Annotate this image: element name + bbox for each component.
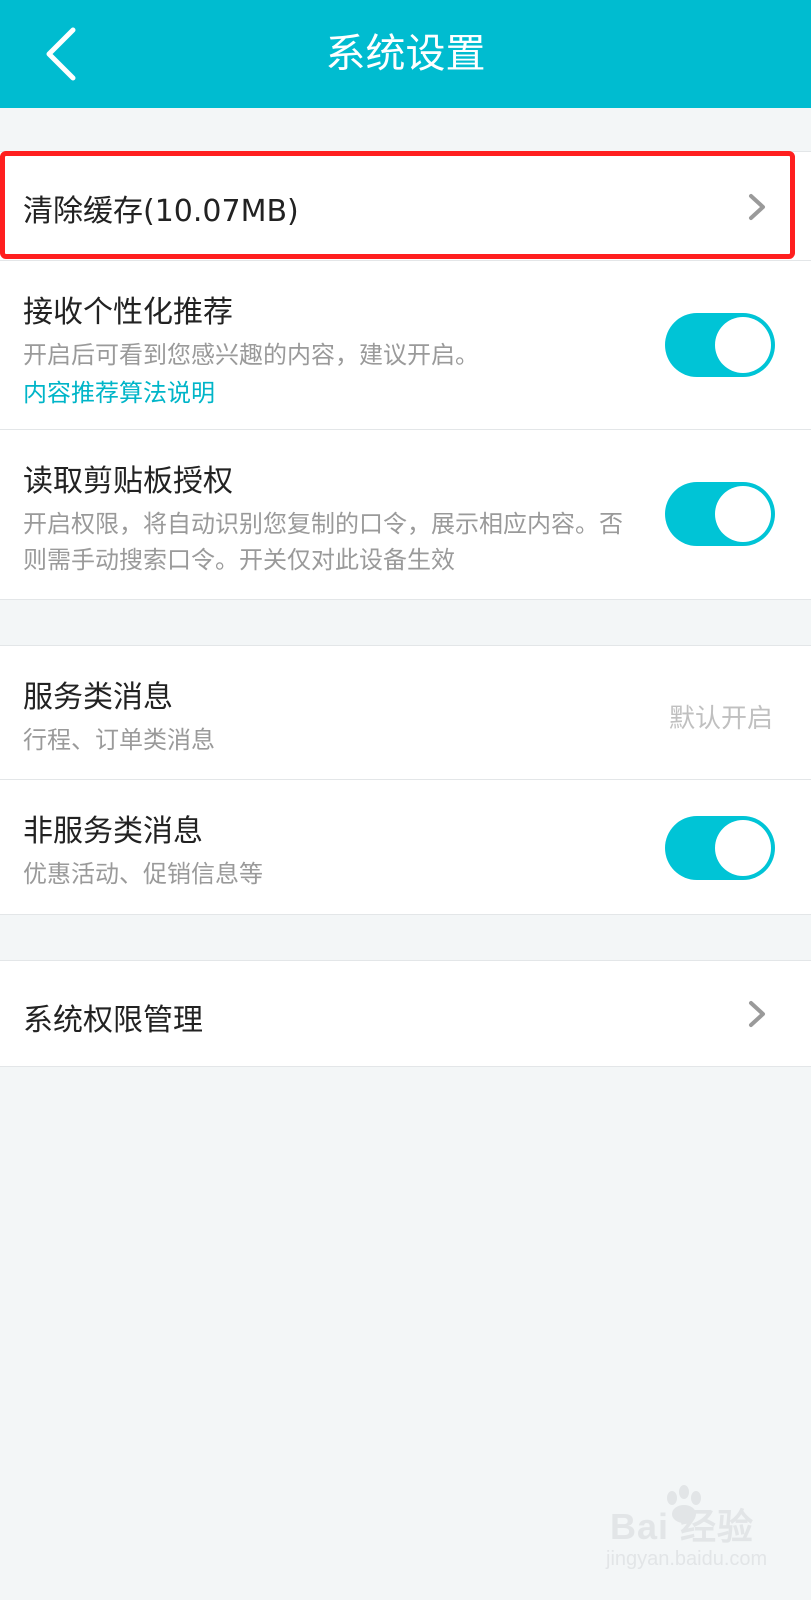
personalized-toggle[interactable] xyxy=(665,313,775,377)
service-message-status: 默认开启 xyxy=(668,704,773,734)
toggle-knob xyxy=(715,486,771,542)
baidu-jingyan-watermark: Bai 经验 jingyan.baidu.com xyxy=(600,1484,770,1584)
app-header: 系统设置 xyxy=(0,0,811,108)
service-message-row: 服务类消息 行程、订单类消息 默认开启 xyxy=(0,646,811,779)
non-service-message-row: 非服务类消息 优惠活动、促销信息等 xyxy=(0,780,811,914)
clipboard-title: 读取剪贴板授权 xyxy=(23,464,233,499)
watermark-url: jingyan.baidu.com xyxy=(606,1548,768,1570)
algorithm-explanation-link[interactable]: 内容推荐算法说明 xyxy=(23,373,215,408)
clipboard-toggle[interactable] xyxy=(665,482,775,546)
personalized-desc: 开启后可看到您感兴趣的内容，建议开启。 xyxy=(23,341,479,369)
system-permissions-label: 系统权限管理 xyxy=(23,1003,203,1038)
settings-section-permissions: 系统权限管理 xyxy=(0,960,811,1067)
settings-section-general: 清除缓存(10.07MB) 接收个性化推荐 开启后可看到您感兴趣的内容，建议开启… xyxy=(0,151,811,600)
non-service-message-title: 非服务类消息 xyxy=(23,814,203,849)
clipboard-permission-row: 读取剪贴板授权 开启权限，将自动识别您复制的口令，展示相应内容。否则需手动搜索口… xyxy=(0,430,811,599)
paw-icon xyxy=(667,1485,701,1523)
personalized-recommendation-row: 接收个性化推荐 开启后可看到您感兴趣的内容，建议开启。 内容推荐算法说明 xyxy=(0,261,811,429)
toggle-knob xyxy=(715,317,771,373)
settings-section-messages: 服务类消息 行程、订单类消息 默认开启 非服务类消息 优惠活动、促销信息等 xyxy=(0,645,811,915)
clipboard-desc: 开启权限，将自动识别您复制的口令，展示相应内容。否则需手动搜索口令。开关仅对此设… xyxy=(23,510,623,574)
service-message-title: 服务类消息 xyxy=(23,680,173,715)
clear-cache-label: 清除缓存(10.07MB) xyxy=(23,194,299,229)
toggle-knob xyxy=(715,820,771,876)
non-service-message-toggle[interactable] xyxy=(665,816,775,880)
watermark-brand: Bai 经验 xyxy=(610,1506,755,1547)
system-permissions-row[interactable]: 系统权限管理 xyxy=(0,961,811,1066)
service-message-desc: 行程、订单类消息 xyxy=(23,726,215,754)
chevron-right-icon xyxy=(749,194,765,220)
personalized-title: 接收个性化推荐 xyxy=(23,295,233,330)
page-title: 系统设置 xyxy=(325,31,486,77)
clear-cache-row[interactable]: 清除缓存(10.07MB) xyxy=(0,152,811,260)
non-service-message-desc: 优惠活动、促销信息等 xyxy=(23,860,263,888)
chevron-right-icon xyxy=(749,1001,765,1027)
